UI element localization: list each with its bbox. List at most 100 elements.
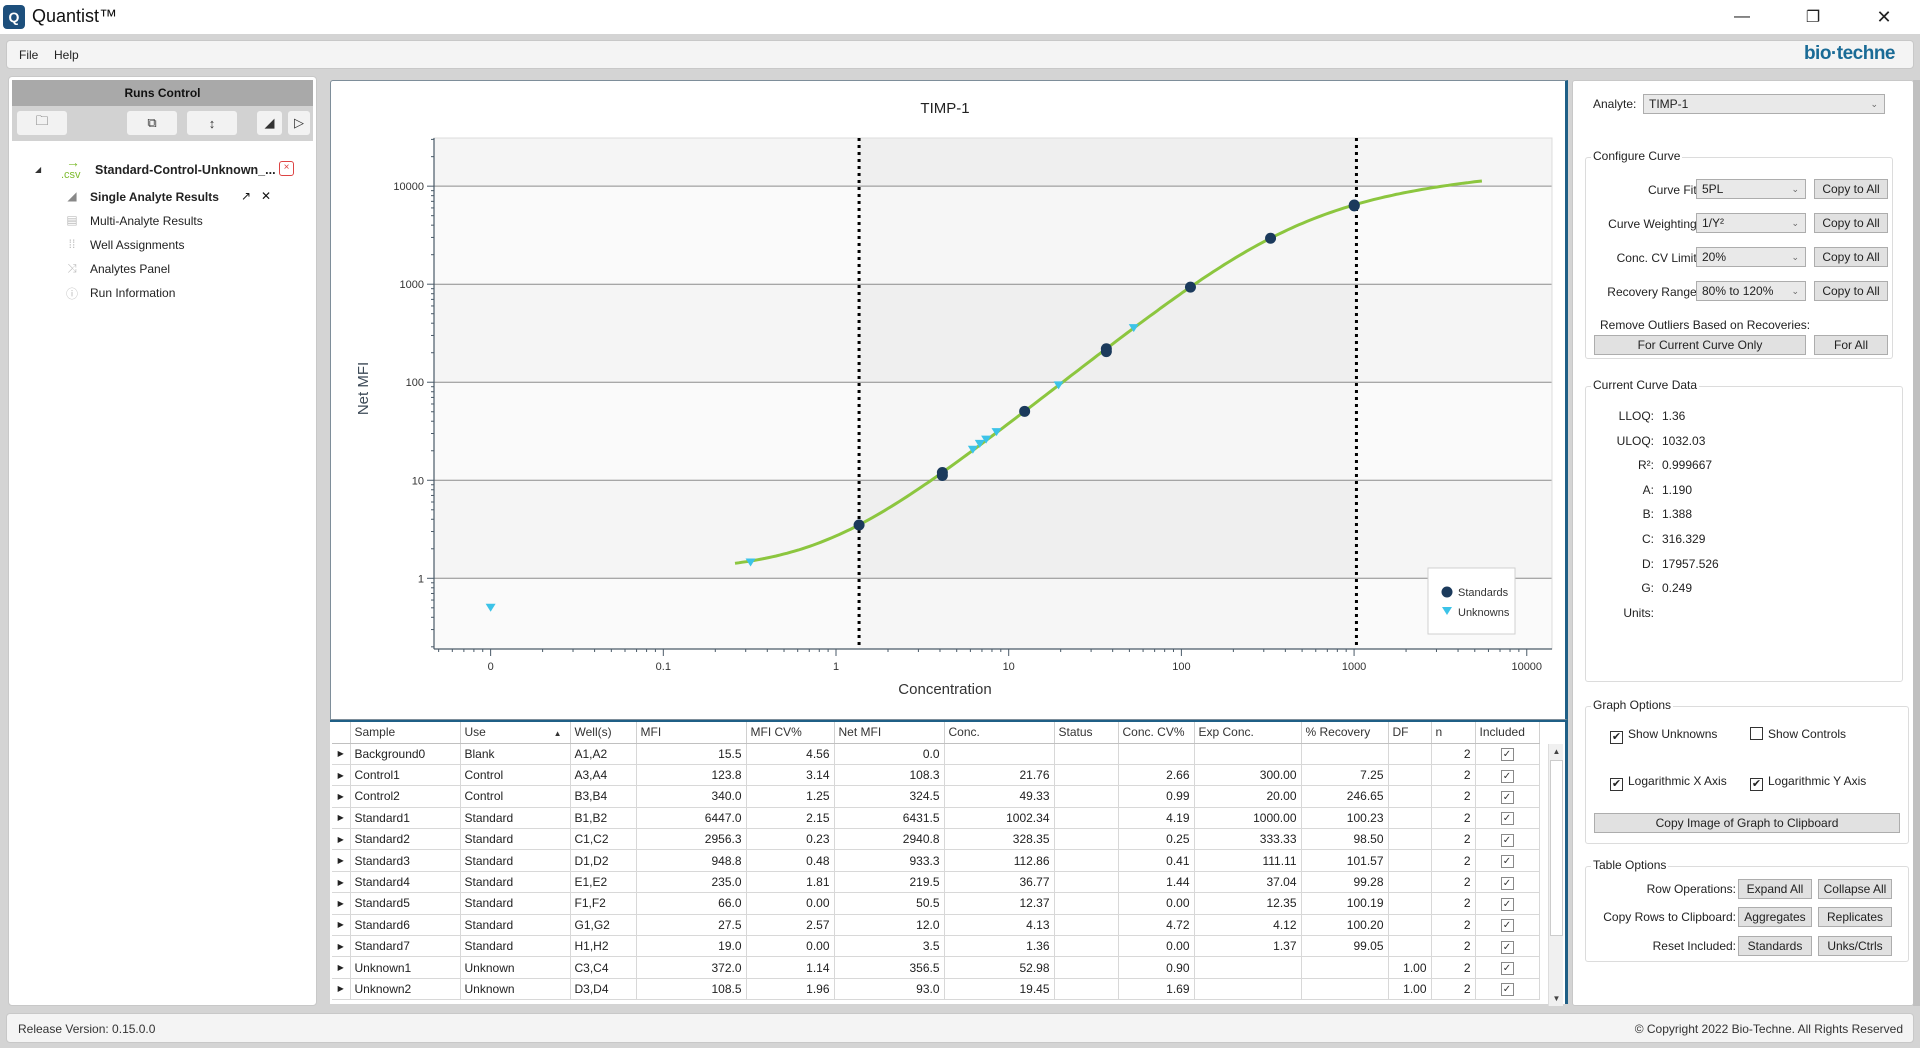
included-checkbox[interactable]: ✓ [1475,871,1540,894]
expand-row-icon[interactable]: ▶ [332,807,351,830]
copy-replicates-button[interactable]: Replicates [1818,907,1892,927]
log-x-axis-checkbox[interactable]: ✔ Logarithmic X Axis [1610,774,1727,791]
included-checkbox[interactable]: ✓ [1475,743,1540,765]
column-header-expander[interactable] [332,722,351,744]
column-header-status[interactable]: Status [1054,722,1119,744]
expand-row-icon[interactable]: ▶ [332,935,351,958]
close-window-button[interactable]: ✕ [1856,0,1912,34]
checkbox-icon[interactable]: ✓ [1500,940,1514,954]
expand-row-icon[interactable]: ▶ [332,956,351,979]
tree-run-item[interactable]: ◢ → .csv Standard-Control-Unknown_... × [25,154,305,187]
copy-button[interactable]: ⧉ [127,111,177,135]
checkbox-icon[interactable]: ✓ [1500,748,1514,762]
open-folder-button[interactable]: 🗀 [17,111,67,135]
close-run-button[interactable]: × [279,161,294,176]
table-row[interactable]: ▶ Standard7 Standard H1,H2 19.0 0.00 3.5 1.36 0.… [332,935,1540,958]
expand-row-icon[interactable]: ▶ [332,785,351,808]
run-button[interactable]: ▷ [288,111,310,135]
remove-outliers-all-button[interactable]: For All [1814,335,1888,355]
table-row[interactable]: ▶ Control1 Control A3,A4 123.8 3.14 108.3 21.76… [332,764,1540,787]
curve-fit-select[interactable]: 5PL ⌄ [1696,179,1806,199]
checkbox-icon[interactable]: ✓ [1500,812,1514,826]
column-header-conc-cv[interactable]: Conc. CV% [1118,722,1195,744]
curve-fit-copy-to-all-button[interactable]: Copy to All [1814,179,1888,199]
table-row[interactable]: ▶ Standard2 Standard C1,C2 2956.3 0.23 2940.8 3… [332,828,1540,851]
minimize-button[interactable]: — [1714,0,1770,34]
curve-weighting-copy-to-all-button[interactable]: Copy to All [1814,213,1888,233]
column-header-df[interactable]: DF [1388,722,1432,744]
copy-graph-image-button[interactable]: Copy Image of Graph to Clipboard [1594,813,1900,833]
included-checkbox[interactable]: ✓ [1475,849,1540,872]
tree-item-run-information[interactable]: ⓘ Run Information [64,283,304,305]
standard-curve-chart[interactable]: 1 10 100 1000 10000 0 0.1 1 10 100 1000 10000 TIMP-1… [331,81,1567,721]
included-checkbox[interactable]: ✓ [1475,914,1540,937]
table-row[interactable]: ▶ Standard3 Standard D1,D2 948.8 0.48 933.3 112… [332,849,1540,872]
column-header--recovery[interactable]: % Recovery [1301,722,1389,744]
included-checkbox[interactable]: ✓ [1475,935,1540,958]
table-row[interactable]: ▶ Standard4 Standard E1,E2 235.0 1.81 219.5 36.… [332,871,1540,894]
checkbox-icon[interactable]: ✓ [1500,833,1514,847]
expand-all-button[interactable]: Expand All [1738,879,1812,899]
checkbox-icon[interactable]: ✓ [1500,855,1514,869]
column-header-exp-conc[interactable]: Exp Conc. [1194,722,1302,744]
included-checkbox[interactable]: ✓ [1475,978,1540,1001]
tree-item-well-assignments[interactable]: ⁞⁞ Well Assignments [64,235,304,257]
collapse-all-button[interactable]: Collapse All [1818,879,1892,899]
log-y-axis-checkbox[interactable]: ✔ Logarithmic Y Axis [1750,774,1866,791]
curve-weighting-select[interactable]: 1/Y² ⌄ [1696,213,1806,233]
options-panel-scrollbar[interactable] [1913,80,1920,1006]
menu-file[interactable]: File [19,48,38,62]
column-header-mfi[interactable]: MFI [636,722,747,744]
tree-item-multi-analyte-results[interactable]: ▤ Multi-Analyte Results [64,211,304,233]
column-header-mfi-cv[interactable]: MFI CV% [746,722,835,744]
scrollbar-thumb[interactable] [1550,760,1563,936]
table-row[interactable]: ▶ Unknown2 Unknown D3,D4 108.5 1.96 93.0 19.45 1… [332,978,1540,1001]
table-row[interactable]: ▶ Standard1 Standard B1,B2 6447.0 2.15 6431.5 1… [332,807,1540,830]
popout-icon[interactable]: ↗ [241,189,251,203]
column-header-included[interactable]: Included [1475,722,1540,744]
table-row[interactable]: ▶ Standard6 Standard G1,G2 27.5 2.57 12.0 4.13 4… [332,914,1540,937]
reset-standards-button[interactable]: Standards [1738,936,1812,956]
column-header-sample[interactable]: Sample [350,722,461,744]
menu-help[interactable]: Help [54,48,79,62]
copy-aggregates-button[interactable]: Aggregates [1738,907,1812,927]
included-checkbox[interactable]: ✓ [1475,785,1540,808]
checkbox-icon[interactable]: ✓ [1500,790,1514,804]
table-row[interactable]: ▶ Standard5 Standard F1,F2 66.0 0.00 50.5 12.37… [332,892,1540,915]
sort-button[interactable]: ↕ [187,111,237,135]
conc-cv-limit-copy-to-all-button[interactable]: Copy to All [1814,247,1888,267]
table-row[interactable]: ▶ Unknown1 Unknown C3,C4 372.0 1.14 356.5 52.98… [332,956,1540,979]
scroll-down-icon[interactable]: ▼ [1549,991,1564,1006]
expand-row-icon[interactable]: ▶ [332,828,351,851]
column-header-n[interactable]: n [1431,722,1476,744]
analyte-select[interactable]: TIMP-1 ⌄ [1643,94,1885,114]
included-checkbox[interactable]: ✓ [1475,892,1540,915]
expand-button[interactable]: ◢ [257,111,282,135]
expand-row-icon[interactable]: ▶ [332,871,351,894]
expand-row-icon[interactable]: ▶ [332,764,351,787]
column-header-conc[interactable]: Conc. [944,722,1055,744]
expand-row-icon[interactable]: ▶ [332,978,351,1001]
reset-unks-ctrls-button[interactable]: Unks/Ctrls [1818,936,1892,956]
close-view-icon[interactable]: ✕ [261,189,271,203]
checkbox-icon[interactable]: ✓ [1500,919,1514,933]
checkbox-icon[interactable]: ✓ [1500,962,1514,976]
included-checkbox[interactable]: ✓ [1475,807,1540,830]
checkbox-icon[interactable]: ✓ [1500,983,1514,997]
conc-cv-limit-select[interactable]: 20% ⌄ [1696,247,1806,267]
included-checkbox[interactable]: ✓ [1475,764,1540,787]
scroll-up-icon[interactable]: ▲ [1549,744,1564,759]
table-row[interactable]: ▶ Control2 Control B3,B4 340.0 1.25 324.5 49.33… [332,785,1540,808]
expand-row-icon[interactable]: ▶ [332,892,351,915]
collapse-arrow-icon[interactable]: ◢ [35,165,41,174]
recovery-range-copy-to-all-button[interactable]: Copy to All [1814,281,1888,301]
tree-item-analytes-panel[interactable]: ⤨ Analytes Panel [64,259,304,281]
checkbox-icon[interactable]: ✓ [1500,897,1514,911]
expand-row-icon[interactable]: ▶ [332,743,351,765]
column-header-use[interactable]: Use ▲ [460,722,571,744]
checkbox-icon[interactable]: ✓ [1500,876,1514,890]
remove-outliers-current-button[interactable]: For Current Curve Only [1594,335,1806,355]
maximize-button[interactable]: ❐ [1785,0,1841,34]
expand-row-icon[interactable]: ▶ [332,849,351,872]
included-checkbox[interactable]: ✓ [1475,956,1540,979]
